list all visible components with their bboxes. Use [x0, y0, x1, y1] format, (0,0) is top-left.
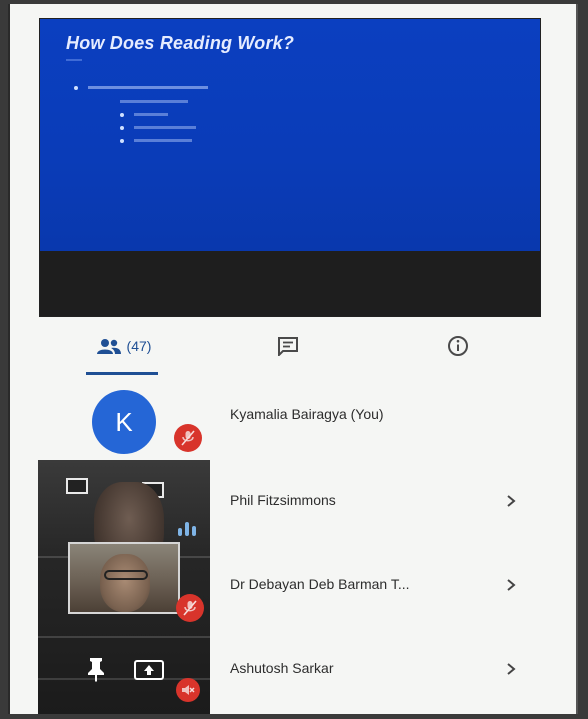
slide-bottom-bar — [40, 251, 540, 316]
participant-name: Kyamalia Bairagya (You) — [230, 406, 384, 422]
chevron-right-icon[interactable] — [504, 662, 518, 676]
audio-level-icon — [178, 520, 204, 536]
self-view-inset — [68, 542, 180, 614]
presentation-view[interactable]: How Does Reading Work? — [39, 18, 541, 317]
tab-info[interactable] — [438, 322, 478, 370]
tab-chat[interactable] — [268, 322, 308, 370]
slide-subtitle-line — [66, 59, 82, 61]
info-icon — [448, 336, 468, 356]
avatar: K — [92, 390, 156, 454]
participant-name: Phil Fitzsimmons — [230, 492, 336, 508]
participant-name: Ashutosh Sarkar — [230, 660, 334, 676]
mic-off-badge — [174, 424, 202, 452]
chevron-right-icon[interactable] — [504, 578, 518, 592]
chevron-right-icon[interactable] — [504, 494, 518, 508]
participant-name: Dr Debayan Deb Barman T... — [230, 576, 410, 592]
meeting-panel: How Does Reading Work? (47) K Kyamalia B… — [8, 4, 578, 714]
pin-icon[interactable] — [84, 656, 108, 682]
participant-video-tile[interactable] — [38, 460, 210, 714]
mic-off-badge — [176, 594, 204, 622]
mic-off-icon — [183, 600, 197, 616]
slide-bullet — [120, 97, 188, 106]
slide-title: How Does Reading Work? — [66, 33, 295, 53]
active-tab-indicator — [86, 372, 158, 375]
slide: How Does Reading Work? — [40, 19, 540, 251]
screen-icon — [66, 478, 88, 494]
tab-people[interactable]: (47) — [86, 322, 162, 370]
mic-off-icon — [181, 430, 195, 446]
people-icon — [96, 339, 121, 354]
participant-count: (47) — [126, 338, 152, 354]
speaker-off-icon — [182, 685, 195, 695]
slide-bullet — [120, 136, 192, 145]
slide-bullet — [74, 83, 208, 92]
present-screen-icon[interactable] — [134, 660, 164, 680]
chat-icon — [278, 337, 298, 356]
panel-tabs: (47) — [10, 322, 576, 375]
present-arrow-icon — [144, 665, 154, 675]
slide-bullet — [120, 110, 168, 119]
slide-bullet — [120, 123, 196, 132]
mic-off-badge — [176, 678, 200, 702]
